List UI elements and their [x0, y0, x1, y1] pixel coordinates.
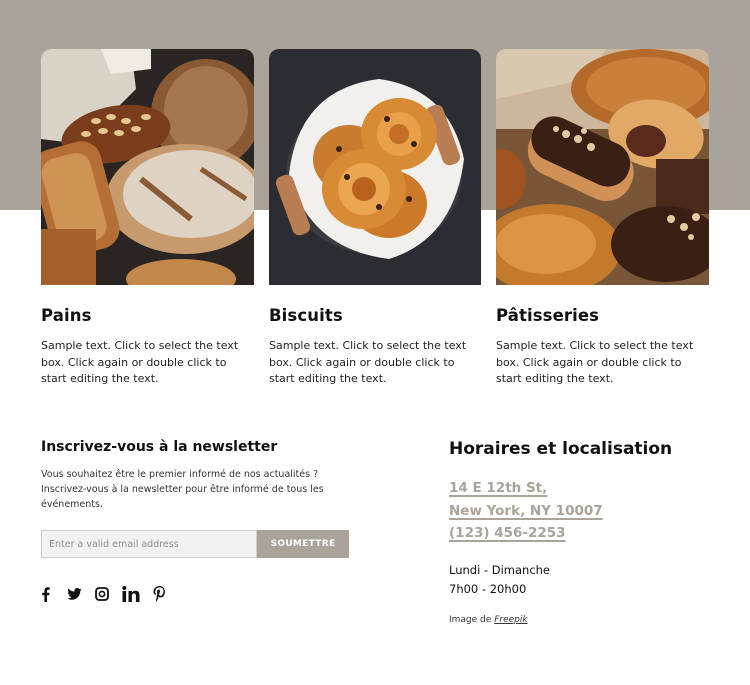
- bread-loaves-image: [41, 49, 254, 285]
- instagram-link[interactable]: [95, 584, 109, 604]
- card-text[interactable]: Sample text. Click to select the text bo…: [496, 338, 709, 388]
- facebook-link[interactable]: [41, 584, 50, 604]
- instagram-icon: [95, 587, 109, 601]
- card-text[interactable]: Sample text. Click to select the text bo…: [41, 338, 254, 388]
- linkedin-link[interactable]: [122, 584, 140, 604]
- newsletter-section: Inscrivez-vous à la newsletter Vous souh…: [41, 437, 351, 604]
- opening-days: Lundi - Dimanche: [449, 562, 551, 577]
- pinterest-icon: [153, 586, 165, 602]
- twitter-icon: [67, 588, 82, 600]
- pastries-eclairs-image: [496, 49, 709, 285]
- product-card-patisseries: Pâtisseries Sample text. Click to select…: [496, 49, 709, 388]
- brioche-rolls-image: [269, 49, 481, 285]
- linkedin-icon: [122, 586, 140, 602]
- newsletter-description: Vous souhaitez être le premier informé d…: [41, 469, 324, 510]
- hours-location-section: Horaires et localisation 14 E 12th St, N…: [449, 437, 709, 625]
- facebook-icon: [42, 586, 50, 602]
- pinterest-link[interactable]: [153, 584, 166, 604]
- social-links: [41, 584, 351, 604]
- image-credit: Image de Freepik: [449, 615, 709, 625]
- schedule: Lundi - Dimanche 7h00 - 20h00: [449, 561, 709, 599]
- newsletter-title: Inscrivez-vous à la newsletter: [41, 439, 278, 455]
- freepik-link[interactable]: Freepik: [494, 615, 527, 625]
- card-title: Pâtisseries: [496, 306, 600, 325]
- card-title: Pains: [41, 306, 92, 325]
- twitter-link[interactable]: [67, 584, 82, 604]
- product-card-pains: Pains Sample text. Click to select the t…: [41, 49, 254, 388]
- submit-button[interactable]: SOUMETTRE: [257, 530, 349, 558]
- newsletter-form: SOUMETTRE: [41, 530, 349, 558]
- opening-time: 7h00 - 20h00: [449, 581, 527, 596]
- credit-prefix: Image de: [449, 614, 492, 625]
- card-text[interactable]: Sample text. Click to select the text bo…: [269, 338, 481, 388]
- address-line2-link[interactable]: New York, NY 10007: [449, 500, 603, 523]
- address-line1-link[interactable]: 14 E 12th St,: [449, 477, 547, 500]
- phone-link[interactable]: (123) 456-2253: [449, 522, 566, 545]
- email-input[interactable]: [41, 530, 257, 558]
- hours-title: Horaires et localisation: [449, 439, 673, 459]
- card-title: Biscuits: [269, 306, 343, 325]
- product-card-biscuits: Biscuits Sample text. Click to select th…: [269, 49, 481, 388]
- address-block: 14 E 12th St, New York, NY 10007 (123) 4…: [449, 477, 709, 545]
